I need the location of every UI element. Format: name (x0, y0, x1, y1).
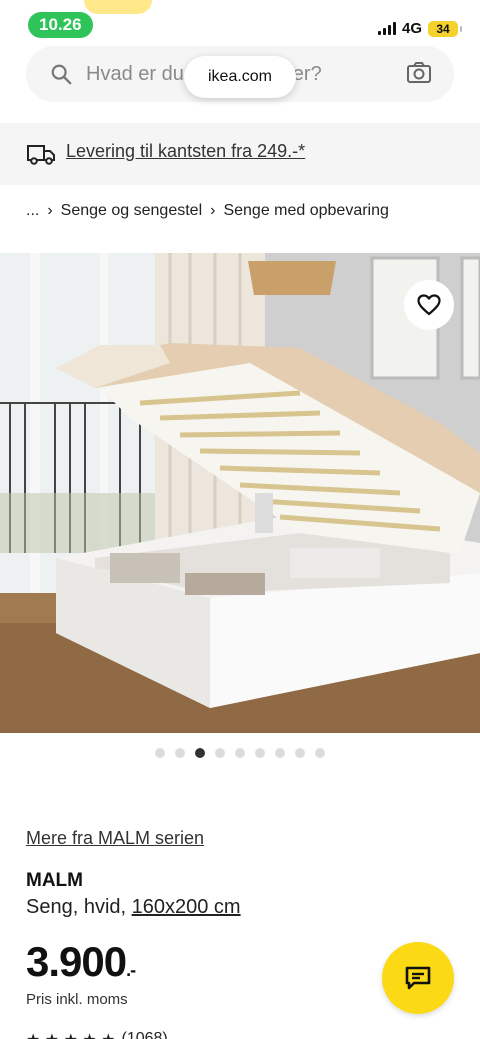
star-icons: ★ ★ ★ ★ ★ (26, 1030, 116, 1039)
signal-icon (377, 22, 396, 35)
status-bar: 10.26 4G 34 (0, 0, 480, 48)
gallery-dot[interactable] (275, 748, 285, 758)
top-peek (84, 0, 152, 14)
delivery-banner[interactable]: Levering til kantsten fra 249.-* (0, 123, 480, 185)
chevron-right-icon: › (47, 202, 53, 219)
network-label: 4G (401, 20, 422, 37)
series-link[interactable]: Mere fra MALM serien (26, 828, 204, 849)
price-value: 3.900 (26, 938, 127, 985)
url-pill[interactable]: ikea.com (184, 56, 296, 98)
bed-photo (0, 253, 480, 733)
size-link[interactable]: 160x200 cm (132, 896, 241, 918)
gallery-dot[interactable] (175, 748, 185, 758)
gallery-dot[interactable] (155, 748, 165, 758)
chat-icon (405, 966, 431, 990)
gallery-dot[interactable] (235, 748, 245, 758)
chat-button[interactable] (382, 942, 454, 1014)
battery-icon: 34 (428, 20, 462, 37)
favorite-button[interactable] (404, 280, 454, 330)
gallery-dot[interactable] (295, 748, 305, 758)
price-note: Pris inkl. moms (26, 991, 128, 1008)
breadcrumb-storage-beds[interactable]: Senge med opbevaring (223, 202, 388, 220)
product-price: 3.900.- (26, 938, 136, 986)
search-icon (51, 64, 72, 85)
product-desc-text: Seng, hvid, (26, 896, 132, 918)
camera-icon[interactable] (406, 61, 432, 85)
status-indicators: 4G 34 (377, 20, 462, 37)
status-time: 10.26 (28, 12, 93, 38)
product-image[interactable] (0, 253, 480, 733)
product-description: Seng, hvid, 160x200 cm (26, 896, 241, 919)
product-name: MALM (26, 870, 83, 891)
chevron-right-icon: › (210, 202, 216, 219)
gallery-dot[interactable] (215, 748, 225, 758)
rating-count[interactable]: (1068) (122, 1030, 168, 1039)
delivery-link[interactable]: Levering til kantsten fra 249.-* (66, 141, 305, 162)
gallery-dot[interactable] (315, 748, 325, 758)
price-suffix: .- (126, 960, 136, 980)
rating-row[interactable]: ★ ★ ★ ★ ★ (1068) (26, 1030, 168, 1039)
gallery-dot-active[interactable] (195, 748, 205, 758)
gallery-dots[interactable] (0, 748, 480, 758)
breadcrumb: ... › Senge og sengestel › Senge med opb… (26, 200, 389, 222)
breadcrumb-beds[interactable]: Senge og sengestel (61, 202, 202, 220)
breadcrumb-ellipsis[interactable]: ... (26, 202, 39, 220)
gallery-dot[interactable] (255, 748, 265, 758)
heart-icon (417, 294, 441, 316)
truck-icon (27, 145, 55, 165)
